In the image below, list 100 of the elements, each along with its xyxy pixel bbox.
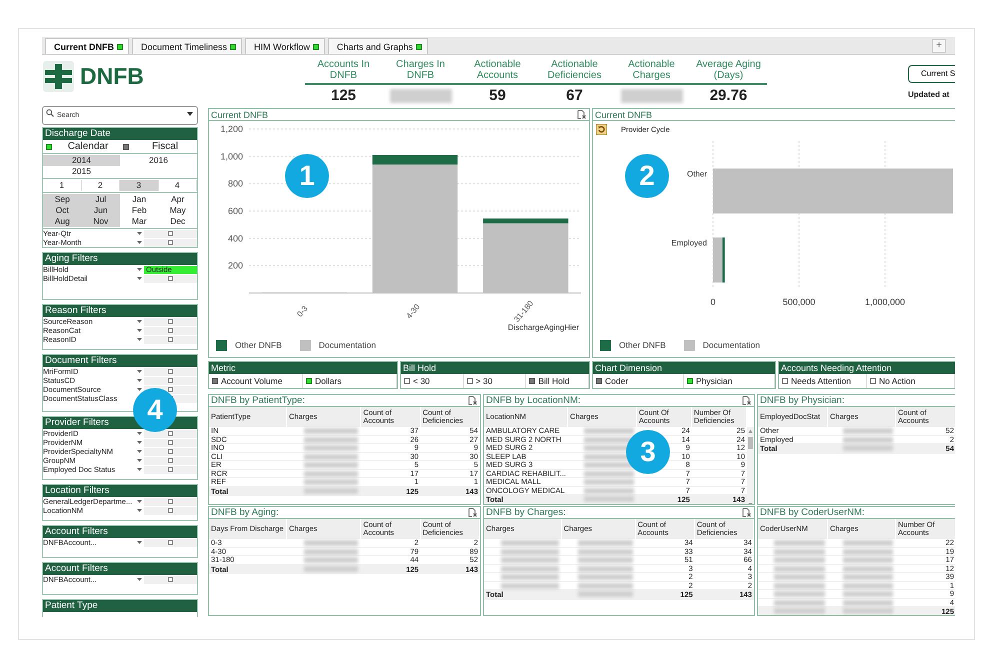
group-title: Bill Hold [401,362,589,374]
tab[interactable]: HIM Workflow [245,38,325,54]
checkbox[interactable] [466,378,473,384]
status-icon [416,44,422,50]
checkbox[interactable] [870,378,876,384]
panel-title: Account Filters [43,526,197,538]
kpi-label: Actionable Deficiencies [536,55,613,85]
blurred-value [843,445,893,451]
legend-label: Other DNFB [619,340,666,350]
quarter-option[interactable]: 3 [120,180,158,191]
month-option[interactable]: Jan [120,194,158,205]
calendar-option[interactable]: Fiscal [152,141,178,152]
square-icon [168,369,173,374]
tab[interactable]: Charts and Graphs [328,38,428,54]
month-option[interactable]: Dec [158,216,197,227]
option-label[interactable]: > 30 [476,376,492,386]
panel-title: Discharge Date [43,128,197,140]
panel-title: Account Filters [43,563,197,575]
option-label[interactable]: No Action [879,376,916,386]
table-title: DNFB by CoderUserNM: [760,507,865,518]
month-option[interactable]: Sep [43,194,82,205]
square-icon [168,319,173,324]
axis-label: 0-3 [295,304,310,319]
status-icon [117,44,123,50]
month-option[interactable]: Apr [158,194,197,205]
month-option[interactable]: Jun [82,205,120,216]
year-option[interactable]: 2014 [43,155,120,166]
kpi-value: 29.76 [710,87,748,104]
month-option[interactable]: Oct [43,205,82,216]
group-title: Metric [209,362,397,374]
blurred-value [774,608,825,614]
year-option[interactable]: 2016 [120,155,197,166]
month-option[interactable]: Aug [43,216,82,227]
square-icon [168,328,173,333]
option-label[interactable]: Bill Hold [538,376,570,386]
axis-label: 0 [710,297,716,307]
option-label[interactable]: Coder [605,376,628,386]
month-option[interactable]: Nov [82,216,120,227]
blurred-value [578,591,633,597]
tab[interactable]: Document Timeliness [132,38,242,54]
new-tab-button[interactable]: + [932,38,946,52]
square-icon [168,440,173,445]
year-option[interactable]: 2015 [43,166,120,177]
export-icon [468,508,477,517]
axis-title: DischargeAgingHier [508,323,579,332]
axis-label: 600 [228,206,243,216]
square-icon [168,577,173,582]
square-icon [168,378,173,383]
caret-icon [187,112,193,116]
square-icon [168,467,173,472]
checkbox[interactable] [782,378,788,384]
axis-label: 1,200 [220,124,243,134]
kpi-label: Accounts In DNFB [305,55,382,85]
logo-text: DNFB [80,63,144,90]
axis-label: 1,000 [220,151,243,162]
legend-label: Documentation [318,340,376,350]
kpi-value: 125 [330,87,356,104]
cross-logo-icon [43,61,74,92]
table-title: DNFB by Charges: [486,507,566,518]
month-option[interactable]: May [158,205,197,216]
checkbox[interactable] [404,378,410,384]
export-icon [742,396,751,405]
axis-label: 500,000 [782,297,816,307]
option-label[interactable]: Dollars [315,376,342,386]
axis-label: 400 [228,233,243,244]
blurred-value [584,496,634,502]
calendar-option[interactable]: Calendar [68,141,108,152]
month-option[interactable]: Mar [120,216,158,227]
status-icon [230,44,236,50]
option-label[interactable]: < 30 [413,376,430,386]
month-option[interactable]: Feb [120,205,158,216]
panel-title: Current DNFB [595,110,652,120]
square-icon [168,231,173,236]
square-icon [168,276,173,281]
kpi-label: Actionable Accounts [459,55,536,85]
option-label[interactable]: Account Volume [221,376,282,386]
month-option[interactable]: Jul [82,194,120,205]
option-label[interactable]: Physician [696,376,732,386]
axis-label: 200 [228,260,243,271]
kpi-label: Actionable Charges [613,55,690,85]
square-icon [168,540,173,545]
tab[interactable]: Current DNFB [45,38,129,54]
blurred-value [304,488,358,494]
quarter-option[interactable]: 1 [43,180,82,191]
square-icon [168,240,173,245]
current-button[interactable]: Current S [908,64,955,82]
option-label[interactable]: Needs Attention [791,376,852,386]
table-title: DNFB by LocationNM: [486,395,581,406]
legend-label: Documentation [702,340,760,350]
blurred-value [843,608,893,614]
square-icon [168,508,173,513]
quarter-option[interactable]: 4 [158,180,197,191]
group-title: Accounts Needing Attention [779,362,955,374]
kpi-label: Average Aging (Days) [690,55,767,85]
panel-title: Patient Type [43,600,197,612]
panel-title: Location Filters [43,485,197,497]
kpi-value: 59 [489,87,506,104]
table-title: DNFB by Aging: [211,507,279,518]
table-title: DNFB by Physician: [760,395,844,406]
axis-label: 1,000,000 [865,297,906,307]
